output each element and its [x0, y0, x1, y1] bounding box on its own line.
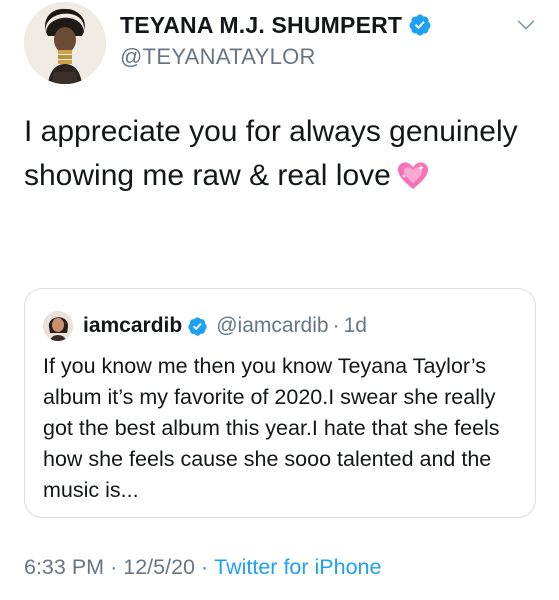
quoted-display-name[interactable]: iamcardib	[83, 314, 182, 338]
verified-badge-icon	[409, 14, 431, 36]
tweet-date[interactable]: 12/5/20	[123, 555, 195, 579]
author-handle[interactable]: @TEYANATAYLOR	[120, 44, 432, 70]
tweet-text: I appreciate you for always genuinely sh…	[24, 110, 534, 198]
quoted-separator: ·	[332, 314, 340, 337]
tweet-time[interactable]: 6:33 PM	[24, 555, 104, 579]
tweet-text-content: I appreciate you for always genuinely sh…	[24, 115, 518, 192]
sparkling-heart-icon	[397, 162, 428, 189]
chevron-down-icon[interactable]	[515, 14, 537, 36]
author-header: TEYANA M.J. SHUMPERT @TEYANATAYLOR	[120, 8, 432, 70]
quoted-timestamp[interactable]: 1d	[344, 314, 367, 338]
quoted-handle[interactable]: @iamcardib	[216, 314, 328, 338]
quoted-tweet-text: If you know me then you know Teyana Tayl…	[43, 354, 500, 502]
quoted-author-avatar[interactable]	[43, 311, 73, 341]
tweet-source-link[interactable]: Twitter for iPhone	[214, 555, 381, 579]
profile-photo-icon	[43, 311, 73, 341]
tweet: TEYANA M.J. SHUMPERT @TEYANATAYLOR I app…	[0, 0, 559, 600]
meta-separator: ·	[110, 555, 118, 579]
quoted-tweet-card[interactable]: iamcardib @iamcardib · 1d If you know me…	[24, 288, 536, 518]
profile-photo-icon	[24, 2, 106, 84]
verified-badge-icon	[188, 316, 207, 336]
display-name-row: TEYANA M.J. SHUMPERT	[120, 8, 432, 42]
tweet-meta: 6:33 PM · 12/5/20 · Twitter for iPhone	[24, 555, 381, 580]
meta-separator: ·	[200, 555, 209, 579]
quoted-tweet-header: iamcardib @iamcardib · 1d	[43, 311, 367, 341]
author-avatar[interactable]	[24, 2, 106, 84]
author-display-name[interactable]: TEYANA M.J. SHUMPERT	[120, 12, 402, 39]
